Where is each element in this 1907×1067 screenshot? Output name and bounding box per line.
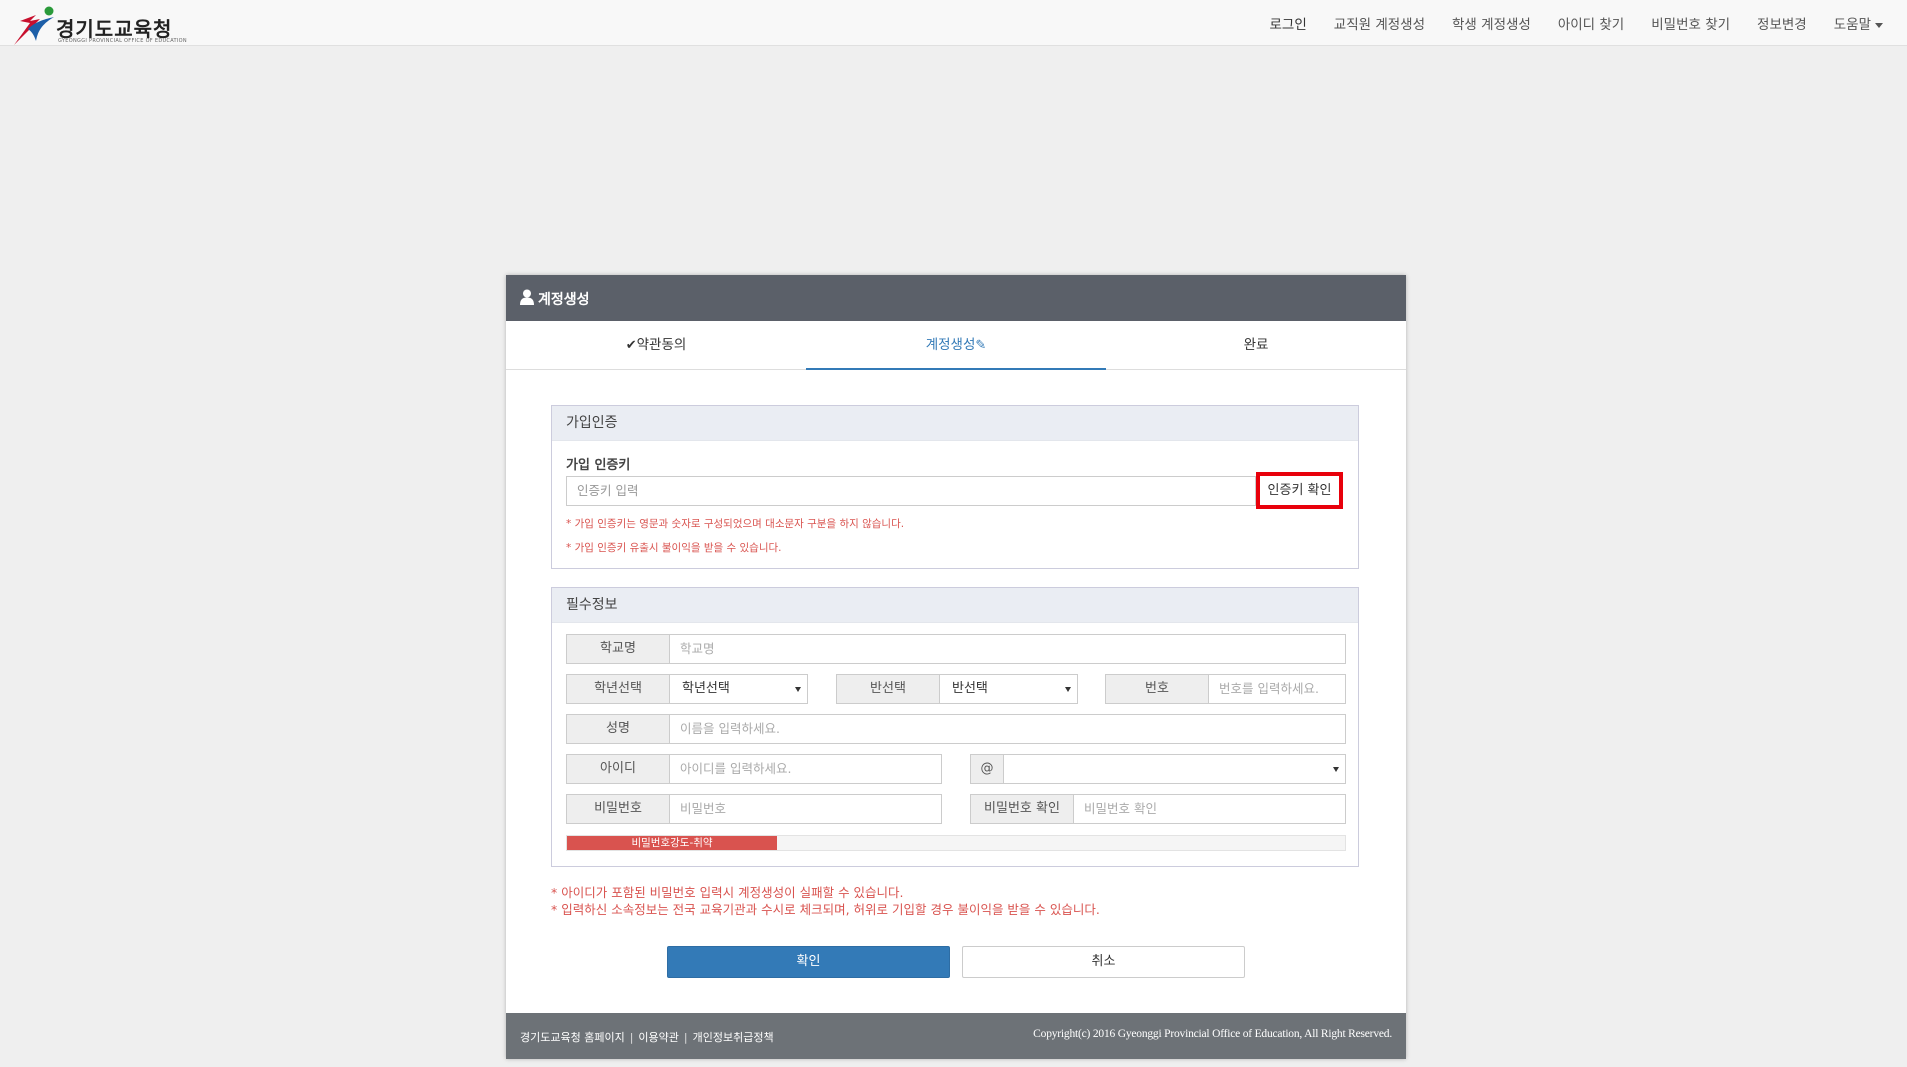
nav-find-id[interactable]: 아이디 찾기	[1558, 13, 1624, 33]
footer-divider: |	[629, 1031, 634, 1044]
number-label: 번호	[1106, 675, 1209, 703]
class-select[interactable]: 반선택	[940, 675, 1077, 703]
class-label: 반선택	[837, 675, 940, 703]
step-complete[interactable]: 완료	[1106, 321, 1406, 369]
logo-subtitle: GYEONGGI PROVINCIAL OFFICE OF EDUCATION	[58, 38, 187, 44]
step-complete-label: 완료	[1243, 337, 1269, 353]
nav-menu: 로그인 교직원 계정생성 학생 계정생성 아이디 찾기 비밀번호 찾기 정보변경…	[1243, 0, 1883, 46]
class-select-value: 반선택	[952, 681, 988, 696]
name-input[interactable]: 이름을 입력하세요.	[670, 715, 1345, 743]
select-arrow-icon	[1333, 767, 1339, 772]
password-label: 비밀번호	[567, 795, 670, 823]
confirm-button[interactable]: 확인	[667, 946, 950, 978]
email-domain-field: @	[970, 754, 1346, 784]
school-field: 학교명 학교명	[566, 634, 1346, 664]
password-confirm-field: 비밀번호 확인 비밀번호 확인	[970, 794, 1346, 824]
step-create-account[interactable]: 계정생성✎	[806, 321, 1106, 370]
school-input[interactable]: 학교명	[670, 635, 1345, 663]
password-field: 비밀번호 비밀번호	[566, 794, 942, 824]
password-strength-fill: 비밀번호강도-취약	[567, 836, 778, 850]
auth-key-input[interactable]: 인증키 입력	[566, 476, 1256, 506]
logo-icon	[14, 6, 54, 45]
card-header: 계정생성	[506, 275, 1406, 321]
verify-key-button[interactable]: 인증키 확인	[1256, 472, 1343, 509]
auth-key-placeholder: 인증키 입력	[577, 483, 639, 498]
card-footer: 경기도교육청 홈페이지 | 이용약관 | 개인정보취급정책 Copyright(c) 2…	[506, 1013, 1406, 1059]
select-arrow-icon	[1065, 687, 1071, 692]
footer-divider: |	[683, 1031, 688, 1044]
number-field: 번호 번호를 입력하세요.	[1105, 674, 1346, 704]
select-arrow-icon	[795, 687, 801, 692]
step-tabs: ✔약관동의 계정생성✎ 완료	[506, 321, 1406, 370]
nav-help-dropdown[interactable]: 도움말	[1834, 13, 1883, 33]
password-confirm-label: 비밀번호 확인	[971, 795, 1074, 823]
nav-help-label: 도움말	[1833, 17, 1871, 33]
nav-edit-info[interactable]: 정보변경	[1757, 13, 1807, 33]
at-sign: @	[971, 755, 1004, 783]
required-info-panel: 필수정보 학교명 학교명 학년선택 학년선택 반선택 반선택 번호 번호를 입력…	[551, 587, 1359, 867]
domain-select[interactable]	[1004, 755, 1345, 783]
id-input[interactable]: 아이디를 입력하세요.	[670, 755, 941, 783]
id-label: 아이디	[567, 755, 670, 783]
warning-text-2: * 입력하신 소속정보는 전국 교육기관과 수시로 체크되며, 허위로 기입할 …	[551, 902, 1100, 917]
id-field: 아이디 아이디를 입력하세요.	[566, 754, 942, 784]
auth-panel-heading: 가입인증	[552, 406, 1358, 441]
required-panel-heading: 필수정보	[552, 588, 1358, 623]
step-terms-label: 약관동의	[636, 337, 687, 353]
footer-link-homepage[interactable]: 경기도교육청 홈페이지	[520, 1031, 625, 1044]
name-label: 성명	[567, 715, 670, 743]
top-navbar: 경기도교육청 GYEONGGI PROVINCIAL OFFICE OF EDU…	[0, 0, 1907, 46]
nav-login[interactable]: 로그인	[1270, 13, 1307, 33]
auth-note-2: * 가입 인증키 유출시 불이익을 받을 수 있습니다.	[566, 542, 782, 554]
pencil-icon: ✎	[975, 338, 987, 353]
copyright-text: Copyright(c) 2016 Gyeonggi Provincial Of…	[1033, 1028, 1392, 1040]
class-field: 반선택 반선택	[836, 674, 1078, 704]
school-label: 학교명	[567, 635, 670, 663]
nav-staff-signup[interactable]: 교직원 계정생성	[1334, 13, 1425, 33]
grade-label: 학년선택	[567, 675, 670, 703]
footer-link-terms[interactable]: 이용약관	[638, 1031, 678, 1044]
auth-note-1: * 가입 인증키는 영문과 숫자로 구성되었으며 대소문자 구분을 하지 않습니…	[566, 518, 905, 530]
name-field: 성명 이름을 입력하세요.	[566, 714, 1346, 744]
auth-key-label: 가입 인증키	[566, 458, 631, 473]
auth-panel: 가입인증 가입 인증키 인증키 입력 인증키 확인 * 가입 인증키는 영문과 …	[551, 405, 1359, 569]
step-create-label: 계정생성	[925, 337, 976, 353]
footer-link-privacy[interactable]: 개인정보취급정책	[693, 1031, 774, 1044]
grade-select-value: 학년선택	[682, 681, 730, 696]
cancel-button[interactable]: 취소	[962, 946, 1245, 978]
password-confirm-input[interactable]: 비밀번호 확인	[1074, 795, 1345, 823]
password-strength-bar: 비밀번호강도-취약	[566, 835, 1346, 851]
card-title: 계정생성	[538, 292, 590, 308]
footer-links: 경기도교육청 홈페이지 | 이용약관 | 개인정보취급정책	[520, 1029, 774, 1045]
grade-field: 학년선택 학년선택	[566, 674, 808, 704]
number-input[interactable]: 번호를 입력하세요.	[1209, 675, 1345, 703]
nav-find-password[interactable]: 비밀번호 찾기	[1651, 13, 1730, 33]
nav-student-signup[interactable]: 학생 계정생성	[1452, 13, 1531, 33]
step-terms[interactable]: ✔약관동의	[506, 321, 806, 369]
password-input[interactable]: 비밀번호	[670, 795, 941, 823]
caret-down-icon	[1875, 22, 1883, 28]
user-icon	[520, 289, 534, 305]
signup-card: 계정생성 ✔약관동의 계정생성✎ 완료 가입인증 가입 인증키 인증키 입력 인…	[506, 275, 1406, 1059]
check-icon: ✔	[625, 338, 637, 353]
grade-select[interactable]: 학년선택	[670, 675, 807, 703]
